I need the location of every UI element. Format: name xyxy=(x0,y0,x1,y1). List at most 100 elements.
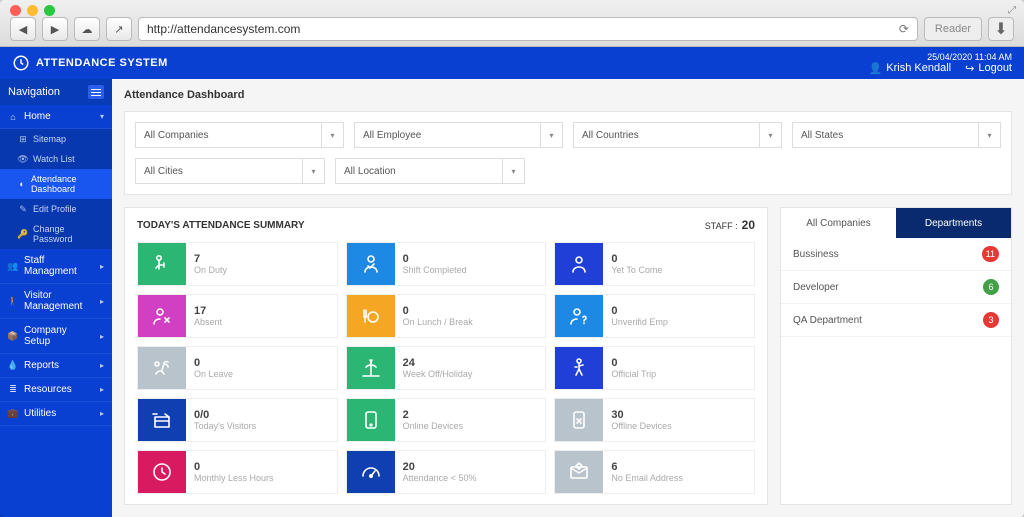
user-name: Krish Kendall xyxy=(886,62,951,74)
briefcase-icon: 💼 xyxy=(8,409,18,419)
count-badge: 3 xyxy=(983,312,999,328)
department-panel: All CompaniesDepartments Bussiness11Deve… xyxy=(780,207,1012,505)
share-button[interactable]: ↗ xyxy=(106,17,132,41)
url-bar[interactable]: http://attendancesystem.com ⟳ xyxy=(138,17,918,41)
filter-all-cities[interactable]: All Cities▾ xyxy=(135,158,325,184)
chevron-down-icon: ▾ xyxy=(978,123,1000,147)
home-icon: ⌂ xyxy=(8,112,18,122)
db-icon: ≣ xyxy=(8,385,18,395)
card-absent[interactable]: 17Absent xyxy=(137,294,338,338)
chevron-down-icon: ▾ xyxy=(321,123,343,147)
sidebar: Navigation ⌂ Home ▾ ⊞Sitemap👁Watch List◐… xyxy=(0,79,112,517)
logout-button[interactable]: ↪ Logout xyxy=(965,62,1012,75)
key-icon: 🔑 xyxy=(18,229,28,239)
card-on-lunch-break[interactable]: 0On Lunch / Break xyxy=(346,294,547,338)
sitemap-icon: ⊞ xyxy=(18,134,28,144)
dept-row-qa-department[interactable]: QA Department3 xyxy=(781,304,1011,337)
clock-logo-icon xyxy=(12,54,30,72)
card-online-devices[interactable]: 2Online Devices xyxy=(346,398,547,442)
chevron-right-icon: ▸ xyxy=(100,385,104,394)
drop-icon: 💧 xyxy=(8,361,18,371)
yetcome-icon xyxy=(555,243,603,285)
trip-icon xyxy=(555,347,603,389)
users-icon: 👥 xyxy=(8,261,18,271)
card-today-s-visitors[interactable]: 0/0Today's Visitors xyxy=(137,398,338,442)
sidebar-item-utilities[interactable]: 💼Utilities▸ xyxy=(0,402,112,426)
sidebar-sub-sitemap[interactable]: ⊞Sitemap xyxy=(0,129,112,149)
holiday-icon xyxy=(347,347,395,389)
nav-home[interactable]: ⌂ Home ▾ xyxy=(0,105,112,129)
card-offline-devices[interactable]: 30Offline Devices xyxy=(554,398,755,442)
summary-panel: TODAY'S ATTENDANCE SUMMARY STAFF :20 7On… xyxy=(124,207,768,505)
fullscreen-icon[interactable]: ⤢ xyxy=(1008,5,1016,16)
absent-icon xyxy=(138,295,186,337)
walk-icon: 🚶 xyxy=(8,296,18,306)
gauge-icon: ◐ xyxy=(18,179,26,189)
tab-departments[interactable]: Departments xyxy=(896,208,1011,238)
chevron-right-icon: ▸ xyxy=(100,332,104,341)
onduty-icon xyxy=(138,243,186,285)
dept-row-bussiness[interactable]: Bussiness11 xyxy=(781,238,1011,271)
card-on-duty[interactable]: 7On Duty xyxy=(137,242,338,286)
chevron-down-icon: ▾ xyxy=(759,123,781,147)
chevron-right-icon: ▸ xyxy=(100,297,104,306)
tab-all-companies[interactable]: All Companies xyxy=(781,208,896,238)
card-attendance-50-[interactable]: 20Attendance < 50% xyxy=(346,450,547,494)
chevron-down-icon: ▾ xyxy=(540,123,562,147)
url-text: http://attendancesystem.com xyxy=(147,22,300,36)
downloads-button[interactable]: ⬇ xyxy=(988,17,1014,41)
card-official-trip[interactable]: 0Official Trip xyxy=(554,346,755,390)
card-week-off-holiday[interactable]: 24Week Off/Holiday xyxy=(346,346,547,390)
nav-toggle-icon[interactable] xyxy=(88,85,104,99)
count-badge: 11 xyxy=(982,246,999,262)
dept-row-developer[interactable]: Developer6 xyxy=(781,271,1011,304)
filter-all-countries[interactable]: All Countries▾ xyxy=(573,122,782,148)
browser-chrome: ⤢ ◀ ▶ ☁ ↗ http://attendancesystem.com ⟳ … xyxy=(0,0,1024,47)
chevron-down-icon: ▾ xyxy=(302,159,324,183)
chevron-right-icon: ▸ xyxy=(100,361,104,370)
reader-button[interactable]: Reader xyxy=(924,17,982,41)
refresh-icon[interactable]: ⟳ xyxy=(899,22,909,36)
page-title: Attendance Dashboard xyxy=(124,89,1012,101)
sidebar-sub-attendance-dashboard[interactable]: ◐Attendance Dashboard xyxy=(0,169,112,199)
gauge-icon xyxy=(347,451,395,493)
card-yet-to-come[interactable]: 0Yet To Come xyxy=(554,242,755,286)
forward-button[interactable]: ▶ xyxy=(42,17,68,41)
app-name: ATTENDANCE SYSTEM xyxy=(36,57,168,69)
filter-all-location[interactable]: All Location▾ xyxy=(335,158,525,184)
filter-panel: All Companies▾ All Employee▾ All Countries… xyxy=(124,111,1012,195)
sidebar-item-company-setup[interactable]: 📦Company Setup▸ xyxy=(0,319,112,354)
back-button[interactable]: ◀ xyxy=(10,17,36,41)
card-shift-completed[interactable]: 0Shift Completed xyxy=(346,242,547,286)
summary-title: TODAY'S ATTENDANCE SUMMARY xyxy=(137,220,305,231)
unverified-icon xyxy=(555,295,603,337)
visitors-icon xyxy=(138,399,186,441)
header-datetime: 25/04/2020 11:04 AM xyxy=(851,52,1012,62)
card-unverifid-emp[interactable]: 0Unverifid Emp xyxy=(554,294,755,338)
sidebar-sub-watch-list[interactable]: 👁Watch List xyxy=(0,149,112,169)
filter-all-companies[interactable]: All Companies▾ xyxy=(135,122,344,148)
window-controls xyxy=(10,5,55,16)
icloud-button[interactable]: ☁ xyxy=(74,17,100,41)
logout-icon: ↪ xyxy=(965,62,974,75)
minimize-window-icon[interactable] xyxy=(27,5,38,16)
staff-count: STAFF :20 xyxy=(705,218,755,232)
maximize-window-icon[interactable] xyxy=(44,5,55,16)
main-content: Attendance Dashboard All Companies▾All E… xyxy=(112,79,1024,517)
close-window-icon[interactable] xyxy=(10,5,21,16)
card-no-email-address[interactable]: 6No Email Address xyxy=(554,450,755,494)
sidebar-sub-change-password[interactable]: 🔑Change Password xyxy=(0,219,112,249)
nav-label: Navigation xyxy=(8,86,60,98)
sidebar-item-resources[interactable]: ≣Resources▸ xyxy=(0,378,112,402)
card-on-leave[interactable]: 0On Leave xyxy=(137,346,338,390)
sidebar-item-visitor-management[interactable]: 🚶Visitor Management▸ xyxy=(0,284,112,319)
header-user[interactable]: 👤 Krish Kendall xyxy=(869,62,952,75)
filter-all-states[interactable]: All States▾ xyxy=(792,122,1001,148)
sidebar-item-reports[interactable]: 💧Reports▸ xyxy=(0,354,112,378)
sidebar-sub-edit-profile[interactable]: ✎Edit Profile xyxy=(0,199,112,219)
card-monthly-less-hours[interactable]: 0Monthly Less Hours xyxy=(137,450,338,494)
filter-all-employee[interactable]: All Employee▾ xyxy=(354,122,563,148)
sidebar-item-staff-managment[interactable]: 👥Staff Managment▸ xyxy=(0,249,112,284)
eye-icon: 👁 xyxy=(18,154,28,164)
leave-icon xyxy=(138,347,186,389)
